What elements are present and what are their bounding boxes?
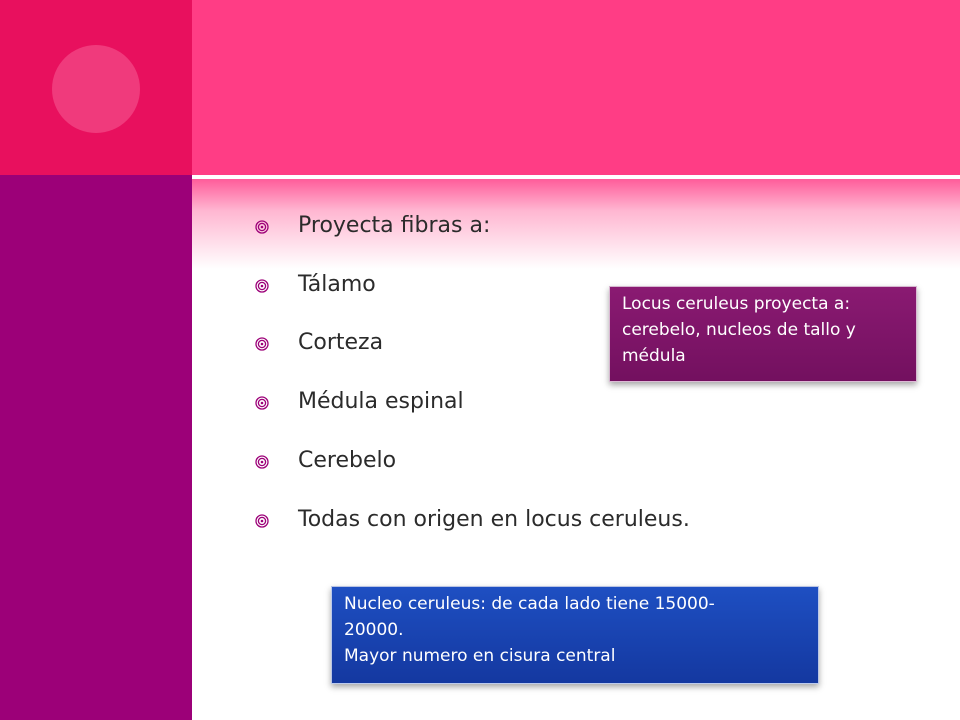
- bullet-text: Proyecta fibras a:: [298, 213, 491, 238]
- circle-bullet-icon: [255, 455, 269, 469]
- bullet-text: Todas con origen en locus ceruleus.: [298, 507, 690, 532]
- circle-bullet-icon: [255, 337, 269, 351]
- bullet-text: Corteza: [298, 330, 384, 355]
- circle-bullet-icon: [255, 396, 269, 410]
- circle-bullet-icon: [255, 514, 269, 528]
- callout-line: médula: [622, 346, 686, 366]
- callout-line: Locus ceruleus proyecta a:: [622, 294, 851, 314]
- left-bottom-panel: [0, 175, 192, 720]
- decorative-circle: [52, 45, 140, 133]
- callout-line: 20000.: [344, 620, 404, 640]
- callout-line: Mayor numero en cisura central: [344, 646, 616, 666]
- callout-nucleo-ceruleus: Nucleo ceruleus: de cada lado tiene 1500…: [331, 586, 819, 684]
- bullet-text: Tálamo: [298, 272, 376, 297]
- slide: Proyecta fibras a: Tálamo Corteza Médula…: [0, 0, 960, 720]
- callout-reflection: Mayor numero en cisura central: [331, 686, 819, 716]
- header-band: [192, 0, 960, 175]
- callout-reflection: médula: [609, 384, 917, 408]
- bullet-text: Cerebelo: [298, 448, 397, 473]
- callout-line: cerebelo, nucleos de tallo y: [622, 320, 856, 340]
- callout-line: Nucleo ceruleus: de cada lado tiene 1500…: [344, 594, 715, 614]
- bullet-text: Médula espinal: [298, 389, 464, 414]
- callout-locus-ceruleus: Locus ceruleus proyecta a: cerebelo, nuc…: [609, 286, 917, 382]
- circle-bullet-icon: [255, 279, 269, 293]
- circle-bullet-icon: [255, 220, 269, 234]
